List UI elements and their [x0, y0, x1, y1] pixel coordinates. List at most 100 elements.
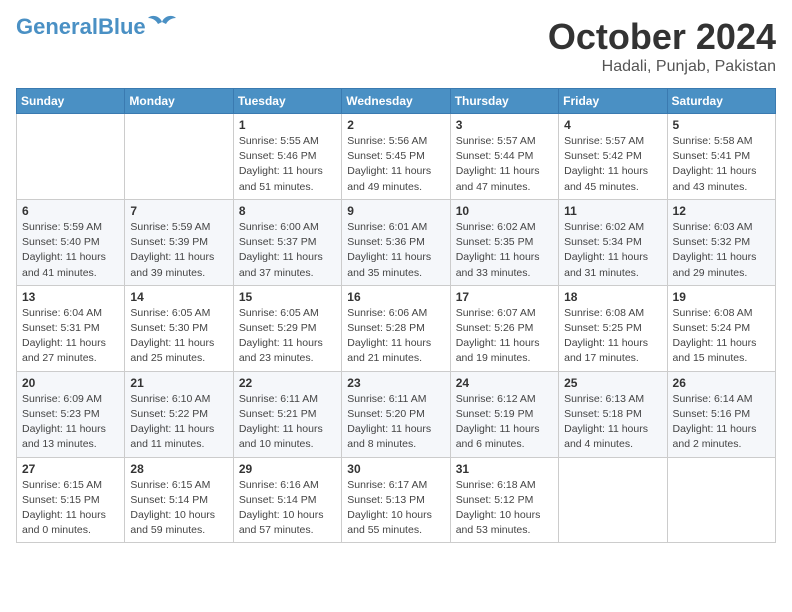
calendar-cell: 29 Sunrise: 6:16 AMSunset: 5:14 PMDayligh… [233, 457, 341, 543]
day-info: Sunrise: 6:15 AMSunset: 5:15 PMDaylight:… [22, 478, 119, 539]
weekday-header: Tuesday [233, 89, 341, 114]
day-number: 26 [673, 376, 770, 390]
calendar-cell: 22Sunrise: 6:11 AMSunset: 5:21 PMDayligh… [233, 371, 341, 457]
weekday-header: Sunday [17, 89, 125, 114]
calendar-cell: 14 Sunrise: 6:05 AMSunset: 5:30 PMDayligh… [125, 285, 233, 371]
weekday-header: Monday [125, 89, 233, 114]
calendar-week-row: 27 Sunrise: 6:15 AMSunset: 5:15 PMDayligh… [17, 457, 776, 543]
day-number: 6 [22, 204, 119, 218]
calendar-cell: 19 Sunrise: 6:08 AMSunset: 5:24 PMDayligh… [667, 285, 775, 371]
day-info: Sunrise: 6:06 AMSunset: 5:28 PMDaylight:… [347, 306, 444, 367]
day-number: 13 [22, 290, 119, 304]
calendar-cell: 16 Sunrise: 6:06 AMSunset: 5:28 PMDayligh… [342, 285, 450, 371]
calendar-cell: 13 Sunrise: 6:04 AMSunset: 5:31 PMDayligh… [17, 285, 125, 371]
calendar-cell: 21 Sunrise: 6:10 AMSunset: 5:22 PMDayligh… [125, 371, 233, 457]
calendar-cell: 23 Sunrise: 6:11 AMSunset: 5:20 PMDayligh… [342, 371, 450, 457]
day-info: Sunrise: 6:08 AMSunset: 5:25 PMDaylight:… [564, 306, 661, 367]
calendar-cell: 12 Sunrise: 6:03 AMSunset: 5:32 PMDayligh… [667, 199, 775, 285]
location-text: Hadali, Punjab, Pakistan [548, 58, 776, 76]
day-number: 19 [673, 290, 770, 304]
day-number: 16 [347, 290, 444, 304]
day-number: 14 [130, 290, 227, 304]
calendar-cell: 27 Sunrise: 6:15 AMSunset: 5:15 PMDayligh… [17, 457, 125, 543]
day-number: 31 [456, 462, 553, 476]
day-number: 29 [239, 462, 336, 476]
day-number: 3 [456, 118, 553, 132]
calendar-cell: 5 Sunrise: 5:58 AMSunset: 5:41 PMDaylight… [667, 114, 775, 200]
day-info: Sunrise: 5:56 AMSunset: 5:45 PMDaylight:… [347, 134, 444, 195]
day-info: Sunrise: 6:04 AMSunset: 5:31 PMDaylight:… [22, 306, 119, 367]
day-number: 2 [347, 118, 444, 132]
logo: GeneralBlue [16, 16, 176, 38]
day-number: 11 [564, 204, 661, 218]
calendar-cell: 2 Sunrise: 5:56 AMSunset: 5:45 PMDaylight… [342, 114, 450, 200]
day-info: Sunrise: 6:10 AMSunset: 5:22 PMDaylight:… [130, 392, 227, 453]
calendar-cell: 4 Sunrise: 5:57 AMSunset: 5:42 PMDaylight… [559, 114, 667, 200]
day-number: 17 [456, 290, 553, 304]
logo-text: GeneralBlue [16, 16, 146, 38]
day-number: 4 [564, 118, 661, 132]
day-info: Sunrise: 6:05 AMSunset: 5:29 PMDaylight:… [239, 306, 336, 367]
calendar-week-row: 20Sunrise: 6:09 AMSunset: 5:23 PMDayligh… [17, 371, 776, 457]
weekday-header: Wednesday [342, 89, 450, 114]
day-info: Sunrise: 6:02 AMSunset: 5:35 PMDaylight:… [456, 220, 553, 281]
day-number: 27 [22, 462, 119, 476]
calendar-week-row: 13 Sunrise: 6:04 AMSunset: 5:31 PMDayligh… [17, 285, 776, 371]
calendar-cell: 8Sunrise: 6:00 AMSunset: 5:37 PMDaylight… [233, 199, 341, 285]
day-info: Sunrise: 6:12 AMSunset: 5:19 PMDaylight:… [456, 392, 553, 453]
page-header: GeneralBlue October 2024 Hadali, Punjab,… [16, 16, 776, 76]
calendar-cell: 24Sunrise: 6:12 AMSunset: 5:19 PMDayligh… [450, 371, 558, 457]
day-info: Sunrise: 6:03 AMSunset: 5:32 PMDaylight:… [673, 220, 770, 281]
calendar-cell [125, 114, 233, 200]
day-info: Sunrise: 6:13 AMSunset: 5:18 PMDaylight:… [564, 392, 661, 453]
logo-bird-icon [148, 14, 176, 32]
calendar-cell: 10Sunrise: 6:02 AMSunset: 5:35 PMDayligh… [450, 199, 558, 285]
calendar-cell: 28Sunrise: 6:15 AMSunset: 5:14 PMDayligh… [125, 457, 233, 543]
day-number: 23 [347, 376, 444, 390]
calendar-week-row: 1 Sunrise: 5:55 AMSunset: 5:46 PMDaylight… [17, 114, 776, 200]
day-number: 18 [564, 290, 661, 304]
month-title: October 2024 [548, 16, 776, 58]
day-number: 15 [239, 290, 336, 304]
day-info: Sunrise: 6:17 AMSunset: 5:13 PMDaylight:… [347, 478, 444, 539]
day-number: 21 [130, 376, 227, 390]
day-info: Sunrise: 6:02 AMSunset: 5:34 PMDaylight:… [564, 220, 661, 281]
day-info: Sunrise: 6:16 AMSunset: 5:14 PMDaylight:… [239, 478, 336, 539]
calendar-cell: 18 Sunrise: 6:08 AMSunset: 5:25 PMDayligh… [559, 285, 667, 371]
day-info: Sunrise: 5:55 AMSunset: 5:46 PMDaylight:… [239, 134, 336, 195]
day-info: Sunrise: 6:09 AMSunset: 5:23 PMDaylight:… [22, 392, 119, 453]
day-info: Sunrise: 6:07 AMSunset: 5:26 PMDaylight:… [456, 306, 553, 367]
calendar-cell: 1 Sunrise: 5:55 AMSunset: 5:46 PMDaylight… [233, 114, 341, 200]
day-number: 22 [239, 376, 336, 390]
day-number: 12 [673, 204, 770, 218]
weekday-header: Thursday [450, 89, 558, 114]
day-info: Sunrise: 6:15 AMSunset: 5:14 PMDaylight:… [130, 478, 227, 539]
calendar-cell: 6 Sunrise: 5:59 AMSunset: 5:40 PMDaylight… [17, 199, 125, 285]
day-number: 1 [239, 118, 336, 132]
calendar-week-row: 6 Sunrise: 5:59 AMSunset: 5:40 PMDaylight… [17, 199, 776, 285]
weekday-header: Saturday [667, 89, 775, 114]
calendar-cell: 30 Sunrise: 6:17 AMSunset: 5:13 PMDayligh… [342, 457, 450, 543]
day-info: Sunrise: 5:59 AMSunset: 5:39 PMDaylight:… [130, 220, 227, 281]
calendar-cell [17, 114, 125, 200]
calendar-cell: 11 Sunrise: 6:02 AMSunset: 5:34 PMDayligh… [559, 199, 667, 285]
day-info: Sunrise: 6:11 AMSunset: 5:20 PMDaylight:… [347, 392, 444, 453]
day-number: 5 [673, 118, 770, 132]
calendar-cell: 15 Sunrise: 6:05 AMSunset: 5:29 PMDayligh… [233, 285, 341, 371]
day-info: Sunrise: 6:08 AMSunset: 5:24 PMDaylight:… [673, 306, 770, 367]
day-number: 9 [347, 204, 444, 218]
day-number: 8 [239, 204, 336, 218]
calendar-cell: 17 Sunrise: 6:07 AMSunset: 5:26 PMDayligh… [450, 285, 558, 371]
day-info: Sunrise: 6:05 AMSunset: 5:30 PMDaylight:… [130, 306, 227, 367]
calendar-cell: 3Sunrise: 5:57 AMSunset: 5:44 PMDaylight… [450, 114, 558, 200]
day-number: 30 [347, 462, 444, 476]
day-info: Sunrise: 5:58 AMSunset: 5:41 PMDaylight:… [673, 134, 770, 195]
calendar-header-row: SundayMondayTuesdayWednesdayThursdayFrid… [17, 89, 776, 114]
day-number: 7 [130, 204, 227, 218]
calendar-cell: 7 Sunrise: 5:59 AMSunset: 5:39 PMDaylight… [125, 199, 233, 285]
calendar-table: SundayMondayTuesdayWednesdayThursdayFrid… [16, 88, 776, 543]
day-info: Sunrise: 5:59 AMSunset: 5:40 PMDaylight:… [22, 220, 119, 281]
day-info: Sunrise: 5:57 AMSunset: 5:42 PMDaylight:… [564, 134, 661, 195]
calendar-cell: 26Sunrise: 6:14 AMSunset: 5:16 PMDayligh… [667, 371, 775, 457]
calendar-cell [667, 457, 775, 543]
